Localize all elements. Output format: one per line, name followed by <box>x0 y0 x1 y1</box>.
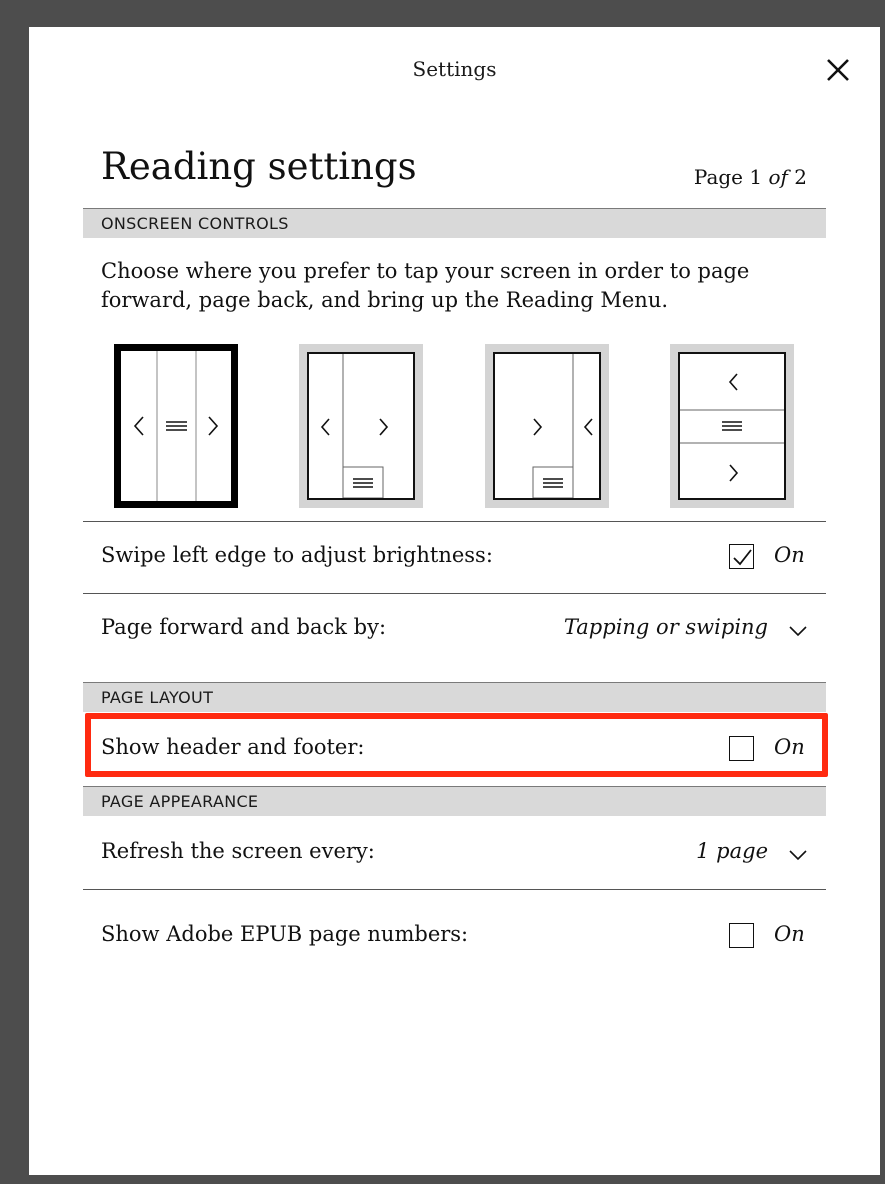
divider <box>83 593 826 594</box>
page-counter-total: 2 <box>794 165 807 189</box>
three-columns-layout-icon <box>133 351 219 501</box>
two-columns-layout-icon <box>320 354 389 498</box>
page-forward-label: Page forward and back by: <box>101 615 387 639</box>
close-button[interactable] <box>825 57 851 83</box>
settings-screen: Settings Reading settings Page 1 of 2 ON… <box>29 27 880 1175</box>
header-footer-checkbox[interactable] <box>729 736 754 761</box>
page-title: Reading settings <box>101 145 417 188</box>
adobe-page-numbers-checkbox[interactable] <box>729 923 754 948</box>
page-forward-dropdown[interactable]: Tapping or swiping <box>564 615 768 639</box>
three-rows-layout-icon <box>680 373 784 482</box>
section-page-appearance: PAGE APPEARANCE <box>83 786 826 816</box>
swipe-brightness-state: On <box>774 543 805 567</box>
close-icon <box>827 59 849 81</box>
header-footer-label: Show header and footer: <box>101 735 365 759</box>
page-counter-of: of <box>768 165 788 189</box>
topbar-title: Settings <box>412 57 497 81</box>
divider <box>83 889 826 890</box>
page-counter: Page 1 of 2 <box>694 165 807 189</box>
chevron-down-icon[interactable] <box>788 849 808 861</box>
tap-zone-option-reversed-columns[interactable] <box>485 344 609 508</box>
checkmark-icon <box>733 549 752 566</box>
onscreen-controls-description: Choose where you prefer to tap your scre… <box>101 259 750 312</box>
page-counter-current: Page 1 <box>693 165 763 189</box>
refresh-label: Refresh the screen every: <box>101 839 375 863</box>
adobe-page-numbers-label: Show Adobe EPUB page numbers: <box>101 922 469 946</box>
section-page-layout: PAGE LAYOUT <box>83 682 826 712</box>
adobe-page-numbers-state: On <box>774 922 805 946</box>
swipe-brightness-checkbox[interactable] <box>729 544 754 569</box>
refresh-dropdown[interactable]: 1 page <box>696 839 768 863</box>
header-footer-state: On <box>774 735 805 759</box>
tap-zone-option-three-rows[interactable] <box>670 344 794 508</box>
swipe-brightness-label: Swipe left edge to adjust brightness: <box>101 543 493 567</box>
reversed-columns-layout-icon <box>532 354 593 498</box>
chevron-down-icon[interactable] <box>788 625 808 637</box>
section-onscreen-controls: ONSCREEN CONTROLS <box>83 208 826 238</box>
divider <box>83 521 826 522</box>
tap-zone-option-two-columns[interactable] <box>299 344 423 508</box>
tap-zone-option-three-columns[interactable] <box>114 344 238 508</box>
